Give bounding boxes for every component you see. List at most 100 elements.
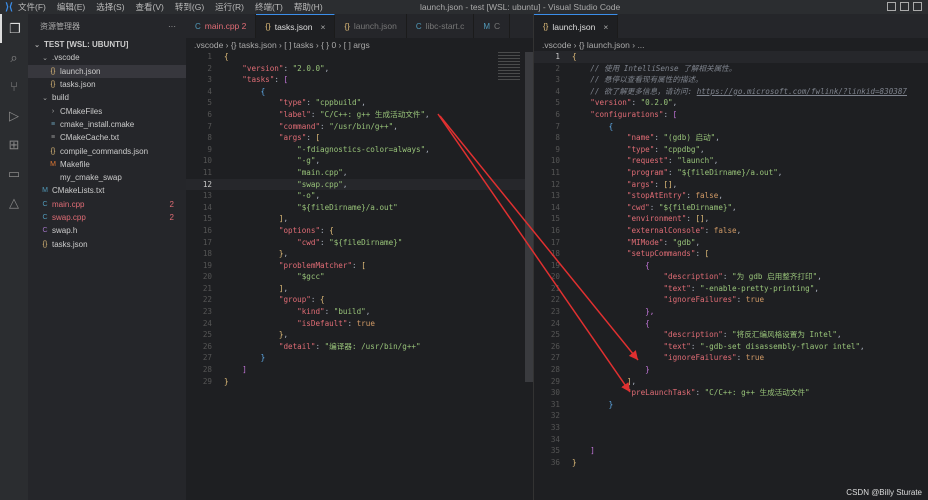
- code-line[interactable]: 3 // 悬停以查看现有属性的描述。: [534, 74, 928, 86]
- code-line[interactable]: 27 }: [186, 352, 533, 364]
- tree-item[interactable]: {} launch.json: [28, 64, 186, 78]
- tab[interactable]: Cmain.cpp 2: [186, 14, 257, 38]
- search-icon[interactable]: ⌕: [0, 43, 28, 72]
- code-line[interactable]: 21 ],: [186, 283, 533, 295]
- code-line[interactable]: 20 "description": "为 gdb 启用整齐打印",: [534, 271, 928, 283]
- code-line[interactable]: 33: [534, 422, 928, 434]
- code-line[interactable]: 27 "ignoreFailures": true: [534, 352, 928, 364]
- code-line[interactable]: 13 "stopAtEntry": false,: [534, 190, 928, 202]
- tab[interactable]: {} launch.json ×: [534, 14, 619, 38]
- tree-item[interactable]: ≡ cmake_install.cmake: [28, 118, 186, 131]
- tree-item[interactable]: Cmain.cpp 2: [28, 198, 186, 211]
- code-line[interactable]: 24 {: [534, 318, 928, 330]
- menu-item[interactable]: 运行(R): [215, 2, 244, 12]
- code-line[interactable]: 9 "type": "cppdbg",: [534, 144, 928, 156]
- code-line[interactable]: 24 "isDefault": true: [186, 318, 533, 330]
- code-line[interactable]: 29}: [186, 376, 533, 388]
- menu-item[interactable]: 终端(T): [255, 2, 283, 12]
- code-line[interactable]: 7 {: [534, 121, 928, 133]
- close-tab-icon[interactable]: ×: [321, 22, 326, 32]
- tree-item[interactable]: {} compile_commands.json: [28, 144, 186, 157]
- code-line[interactable]: 26 "text": "-gdb-set disassembly-flavor …: [534, 341, 928, 353]
- menu-item[interactable]: 文件(F): [18, 2, 46, 12]
- code-line[interactable]: 12 "args": [],: [534, 179, 928, 191]
- code-line[interactable]: 11 "program": "${fileDirname}/a.out",: [534, 167, 928, 179]
- code-line[interactable]: 4 {: [186, 86, 533, 98]
- code-line[interactable]: 7 "command": "/usr/bin/g++",: [186, 121, 533, 133]
- code-line[interactable]: 35 ]: [534, 445, 928, 457]
- tree-item[interactable]: › CMakeFiles: [28, 104, 186, 117]
- source-control-icon[interactable]: ⑂: [0, 72, 28, 101]
- menu-item[interactable]: 转到(G): [175, 2, 204, 12]
- split-layout-icon[interactable]: [913, 2, 922, 11]
- run-debug-icon[interactable]: ▷: [0, 101, 28, 130]
- toggle-sidebar-icon[interactable]: [887, 2, 896, 11]
- code-line[interactable]: 6 "label": "C/C++: g++ 生成活动文件",: [186, 109, 533, 121]
- code-line[interactable]: 16 "options": {: [186, 225, 533, 237]
- menu-item[interactable]: 编辑(E): [57, 2, 85, 12]
- tree-item[interactable]: ≡ CMakeCache.txt: [28, 131, 186, 144]
- code-line[interactable]: 28 ]: [186, 364, 533, 376]
- cmake-icon[interactable]: △: [0, 188, 28, 217]
- code-line[interactable]: 28 }: [534, 364, 928, 376]
- code-line[interactable]: 4 // 欲了解更多信息，请访问: https://go.microsoft.c…: [534, 86, 928, 98]
- tree-item[interactable]: ⌄ .vscode: [28, 51, 186, 64]
- code-line[interactable]: 10 "request": "launch",: [534, 155, 928, 167]
- code-line[interactable]: 19 "problemMatcher": [: [186, 260, 533, 272]
- tree-item[interactable]: my_cmake_swap: [28, 171, 186, 184]
- tree-item[interactable]: {} tasks.json: [28, 78, 186, 91]
- launch-json-code[interactable]: 1{2 // 使用 IntelliSense 了解相关属性。 3 // 悬停以查看…: [534, 51, 928, 468]
- tree-item[interactable]: ⌄ build: [28, 91, 186, 104]
- code-line[interactable]: 3 "tasks": [: [186, 74, 533, 86]
- menu-item[interactable]: 选择(S): [96, 2, 124, 12]
- code-line[interactable]: 2 // 使用 IntelliSense 了解相关属性。: [534, 63, 928, 75]
- code-line[interactable]: 13 "-o",: [186, 190, 533, 202]
- breadcrumb[interactable]: .vscode › {} launch.json › ...: [534, 38, 928, 51]
- tree-item[interactable]: M Makefile: [28, 158, 186, 171]
- code-line[interactable]: 5 "version": "0.2.0",: [534, 97, 928, 109]
- tree-item[interactable]: Cswap.cpp 2: [28, 211, 186, 224]
- code-line[interactable]: 10 "-g",: [186, 155, 533, 167]
- code-line[interactable]: 9 "-fdiagnostics-color=always",: [186, 144, 533, 156]
- code-line[interactable]: 25 "description": "将反汇编风格设置为 Intel",: [534, 329, 928, 341]
- code-line[interactable]: 6 "configurations": [: [534, 109, 928, 121]
- tab[interactable]: {} tasks.json ×: [256, 14, 336, 38]
- breadcrumb[interactable]: .vscode › {} tasks.json › [ ] tasks › { …: [186, 38, 533, 51]
- scrollbar[interactable]: [525, 52, 533, 382]
- code-line[interactable]: 11 "main.cpp",: [186, 167, 533, 179]
- tree-item[interactable]: ⌄ TEST [WSL: UBUNTU]: [28, 38, 186, 51]
- code-line[interactable]: 12 "swap.cpp",: [186, 178, 533, 191]
- remote-explorer-icon[interactable]: ▭: [0, 159, 28, 188]
- code-line[interactable]: 19 {: [534, 260, 928, 272]
- code-line[interactable]: 25 },: [186, 329, 533, 341]
- code-line[interactable]: 8 "name": "(gdb) 启动",: [534, 132, 928, 144]
- code-line[interactable]: 20 "$gcc": [186, 271, 533, 283]
- code-line[interactable]: 16 "externalConsole": false,: [534, 225, 928, 237]
- code-line[interactable]: 18 "setupCommands": [: [534, 248, 928, 260]
- tasks-json-code[interactable]: 1{2 "version": "2.0.0", 3 "tasks": [4 {5 …: [186, 51, 533, 387]
- code-line[interactable]: 15 ],: [186, 213, 533, 225]
- code-line[interactable]: 14 "${fileDirname}/a.out": [186, 202, 533, 214]
- code-line[interactable]: 1{: [186, 51, 533, 63]
- tree-item[interactable]: Cswap.h: [28, 224, 186, 237]
- extensions-icon[interactable]: ⊞: [0, 130, 28, 159]
- code-line[interactable]: 26 "detail": "编译器: /usr/bin/g++": [186, 341, 533, 353]
- code-line[interactable]: 32: [534, 410, 928, 422]
- code-line[interactable]: 17 "cwd": "${fileDirname}": [186, 237, 533, 249]
- menu-item[interactable]: 帮助(H): [294, 2, 323, 12]
- code-line[interactable]: 22 "ignoreFailures": true: [534, 294, 928, 306]
- code-line[interactable]: 18 },: [186, 248, 533, 260]
- code-line[interactable]: 30 "preLaunchTask": "C/C++: g++ 生成活动文件": [534, 387, 928, 399]
- code-line[interactable]: 21 "text": "-enable-pretty-printing",: [534, 283, 928, 295]
- code-line[interactable]: 17 "MIMode": "gdb",: [534, 237, 928, 249]
- code-line[interactable]: 15 "environment": [],: [534, 213, 928, 225]
- code-line[interactable]: 8 "args": [: [186, 132, 533, 144]
- code-line[interactable]: 5 "type": "cppbuild",: [186, 97, 533, 109]
- tab[interactable]: Clibc-start.c: [407, 14, 475, 38]
- code-line[interactable]: 34: [534, 434, 928, 446]
- more-actions-button[interactable]: ···: [168, 22, 176, 31]
- code-line[interactable]: 22 "group": {: [186, 294, 533, 306]
- tab[interactable]: MC: [474, 14, 511, 38]
- code-line[interactable]: 2 "version": "2.0.0",: [186, 63, 533, 75]
- code-line[interactable]: 23 "kind": "build",: [186, 306, 533, 318]
